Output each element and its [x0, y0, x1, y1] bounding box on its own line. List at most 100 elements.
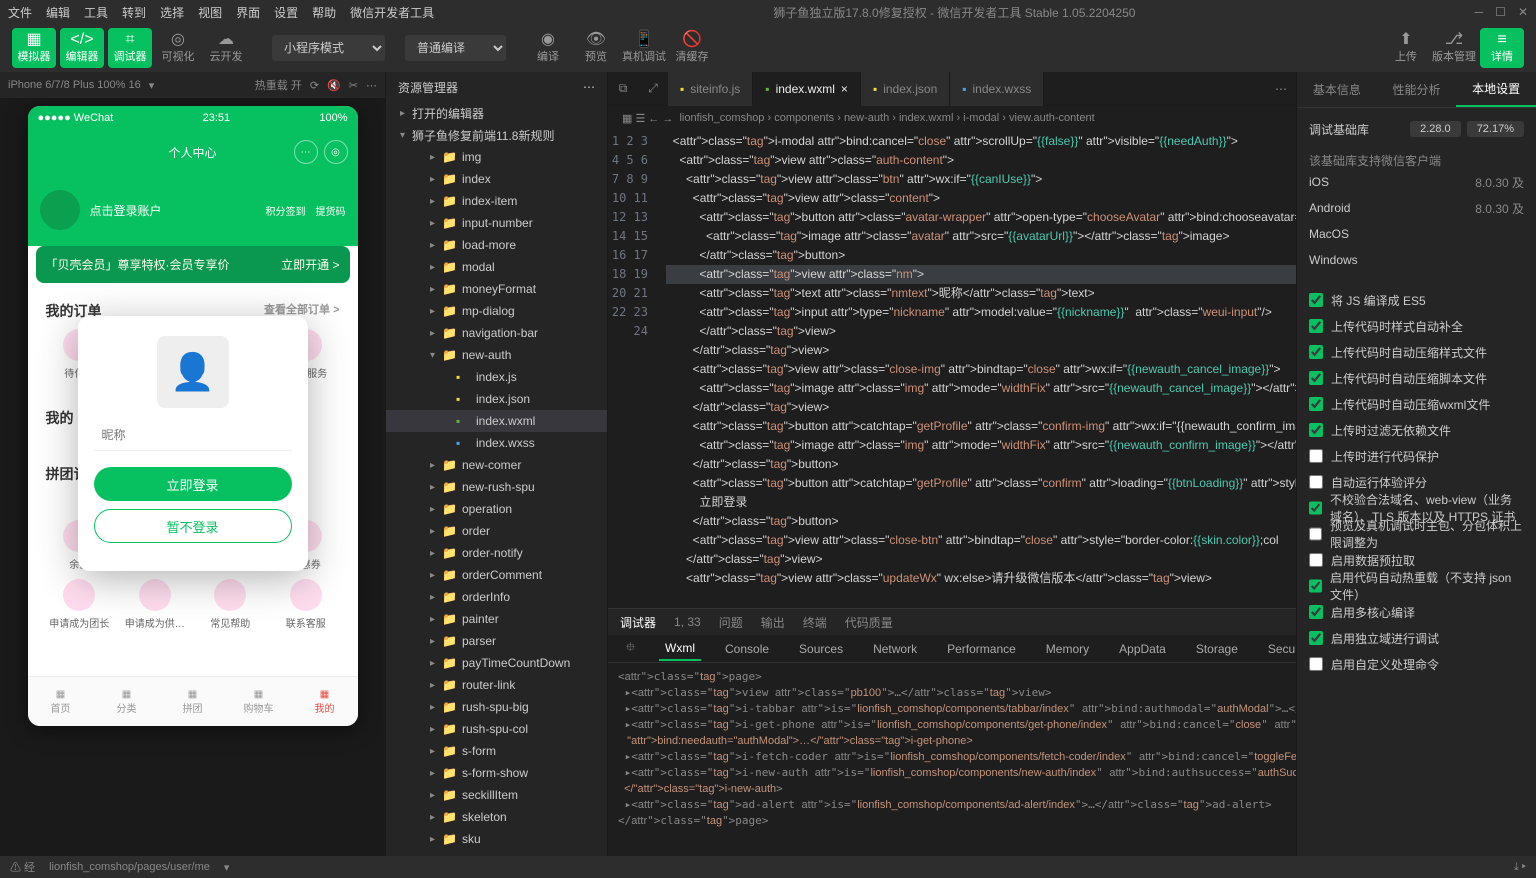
tree-folder[interactable]: ▸📁modal [386, 256, 607, 278]
tree-folder[interactable]: ▸📁new-comer [386, 454, 607, 476]
tree-folder[interactable]: ▸📁new-rush-spu [386, 476, 607, 498]
menu-tools[interactable]: 工具 [84, 4, 108, 21]
code-line[interactable]: <attr">class="tag">view attr">class="nm"… [666, 265, 1296, 284]
code-line[interactable]: <attr">class="tag">image attr">class="av… [666, 227, 1296, 246]
dbg-tab[interactable]: Network [867, 638, 923, 660]
tree-folder[interactable]: ▸📁operation [386, 498, 607, 520]
tree-folder[interactable]: ▸📁payTimeCountDown [386, 652, 607, 674]
tabbar-item[interactable]: ▦首页 [28, 677, 94, 726]
rotate-icon[interactable]: ⟳ [310, 79, 319, 92]
code-line[interactable]: <attr">class="tag">view attr">class="con… [666, 189, 1296, 208]
menu-file[interactable]: 文件 [8, 4, 32, 21]
tree-folder[interactable]: ▸📁seckillItem [386, 784, 607, 806]
setting-check[interactable]: 启用自定义处理命令 [1309, 651, 1524, 677]
code-line[interactable]: <attr">class="tag">image attr">class="im… [666, 436, 1296, 455]
mode-select[interactable]: 小程序模式 [272, 35, 385, 61]
code-line[interactable]: </attr">class="tag">view> [666, 322, 1296, 341]
explorer-more-icon[interactable]: ⋯ [583, 80, 595, 94]
code-line[interactable]: <attr">class="tag">view attr">class="btn… [666, 170, 1296, 189]
code-line[interactable]: <attr">class="tag">view attr">class="clo… [666, 360, 1296, 379]
tree-folder[interactable]: ▸📁index-item [386, 190, 607, 212]
sidepanel-tab[interactable]: 性能分析 [1377, 72, 1457, 107]
maximize-icon[interactable]: ☐ [1495, 5, 1506, 19]
tree-folder[interactable]: ▸📁orderInfo [386, 586, 607, 608]
dbg-tab[interactable]: AppData [1113, 638, 1172, 660]
login-button[interactable]: 立即登录 [94, 467, 292, 501]
dbg-tab[interactable]: Performance [941, 638, 1022, 660]
status-right[interactable]: ⤓ ▸ [1514, 861, 1526, 874]
tool-item[interactable]: 联系客服 [272, 579, 340, 630]
setting-check[interactable]: 启用独立域进行调试 [1309, 625, 1524, 651]
code-line[interactable]: <attr">class="tag">button attr">catchtap… [666, 417, 1296, 436]
user-avatar[interactable] [40, 190, 80, 230]
simulator-button[interactable]: ▦模拟器 [12, 28, 56, 68]
breadcrumb-item[interactable]: components [774, 112, 834, 124]
code-line[interactable]: </attr">class="tag">view> [666, 341, 1296, 360]
tree-folder[interactable]: ▸📁router-link [386, 674, 607, 696]
breadcrumb-item[interactable]: new-auth [844, 112, 889, 124]
tree-file[interactable]: ▪index.wxss [386, 432, 607, 454]
code-line[interactable]: </attr">class="tag">button> [666, 455, 1296, 474]
editor-tab[interactable]: ▪index.wxml× [753, 72, 861, 106]
remote-debug-button[interactable]: 📱真机调试 [622, 28, 666, 68]
clouddev-button[interactable]: ☁云开发 [204, 28, 248, 68]
close-icon[interactable]: ✕ [1518, 5, 1528, 19]
preview-button[interactable]: 👁预览 [574, 28, 618, 68]
more-icon[interactable]: ⋯ [366, 79, 377, 92]
compile-select[interactable]: 普通编译 [405, 35, 506, 61]
tool-item[interactable]: 常见帮助 [197, 579, 265, 630]
tree-folder[interactable]: ▸📁load-more [386, 234, 607, 256]
tree-section[interactable]: ▾狮子鱼修复前端11.8新规则 [386, 124, 607, 146]
code-line[interactable]: <attr">class="tag">text attr">class="nmt… [666, 284, 1296, 303]
setting-check[interactable]: 上传代码时样式自动补全 [1309, 313, 1524, 339]
setting-check[interactable]: 启用代码自动热重载（不支持 json 文件） [1309, 573, 1524, 599]
dbg-tab[interactable]: Console [719, 638, 775, 660]
dbg-tab[interactable]: Wxml [659, 637, 701, 661]
menu-goto[interactable]: 转到 [122, 4, 146, 21]
login-hint[interactable]: 点击登录账户 [90, 202, 162, 219]
breadcrumb-item[interactable]: lionfish_comshop [679, 112, 764, 124]
version-button[interactable]: ⎇版本管理 [1432, 28, 1476, 68]
device-info[interactable]: iPhone 6/7/8 Plus 100% 16 [8, 79, 141, 91]
points-link[interactable]: 积分签到 [266, 203, 306, 218]
dbg-top-tab[interactable]: 调试器 [620, 614, 656, 631]
code-line[interactable]: </attr">class="tag">view> [666, 550, 1296, 569]
dbg-top-tab[interactable]: 问题 [719, 614, 743, 631]
tool-item[interactable]: 申请成为团长 [46, 579, 114, 630]
sidepanel-tab[interactable]: 本地设置 [1456, 72, 1536, 107]
expand-icon[interactable]: ⤢ [638, 74, 668, 104]
tree-folder[interactable]: ▸📁rush-spu-col [386, 718, 607, 740]
tree-folder[interactable]: ▸📁index [386, 168, 607, 190]
setting-check[interactable]: 上传代码时自动压缩样式文件 [1309, 339, 1524, 365]
tree-folder[interactable]: ▸📁s-form [386, 740, 607, 762]
setting-check[interactable]: 上传代码时自动压缩wxml文件 [1309, 391, 1524, 417]
tree-folder[interactable]: ▸📁spike [386, 850, 607, 856]
code-line[interactable]: </attr">class="tag">button> [666, 246, 1296, 265]
dbg-tab[interactable]: Sources [793, 638, 849, 660]
tree-folder[interactable]: ▸📁painter [386, 608, 607, 630]
dbg-top-tab[interactable]: 终端 [803, 614, 827, 631]
code-line[interactable]: <attr">class="tag">button attr">class="a… [666, 208, 1296, 227]
tab-close-icon[interactable]: × [841, 82, 848, 96]
tree-folder[interactable]: ▸📁moneyFormat [386, 278, 607, 300]
menu-interface[interactable]: 界面 [236, 4, 260, 21]
upload-button[interactable]: ⬆上传 [1384, 28, 1428, 68]
tabbar-item[interactable]: ▦分类 [94, 677, 160, 726]
tree-folder[interactable]: ▸📁navigation-bar [386, 322, 607, 344]
bc-nav-group[interactable]: ▦ ☰ ← → [622, 112, 673, 125]
tree-file[interactable]: ▪index.js [386, 366, 607, 388]
tree-folder[interactable]: ▸📁input-number [386, 212, 607, 234]
dbg-top-tab[interactable]: 1, 33 [674, 615, 701, 629]
visualize-button[interactable]: ◎可视化 [156, 28, 200, 68]
detail-button[interactable]: ≡详情 [1480, 28, 1524, 68]
compile-button[interactable]: ◉编译 [526, 28, 570, 68]
setting-check[interactable]: 预览及真机调试时主包、分包体积上限调整为 [1309, 521, 1524, 547]
tabbar-item[interactable]: ▦我的 [292, 677, 358, 726]
skip-button[interactable]: 暂不登录 [94, 509, 292, 543]
setting-check[interactable]: 上传时进行代码保护 [1309, 443, 1524, 469]
capsule-close-icon[interactable]: ◎ [324, 140, 348, 164]
menu-view[interactable]: 视图 [198, 4, 222, 21]
inspect-icon[interactable]: ⯐ [620, 634, 641, 663]
code-line[interactable]: <attr">class="tag">view attr">class="clo… [666, 531, 1296, 550]
vip-open-link[interactable]: 立即开通 > [281, 256, 339, 273]
